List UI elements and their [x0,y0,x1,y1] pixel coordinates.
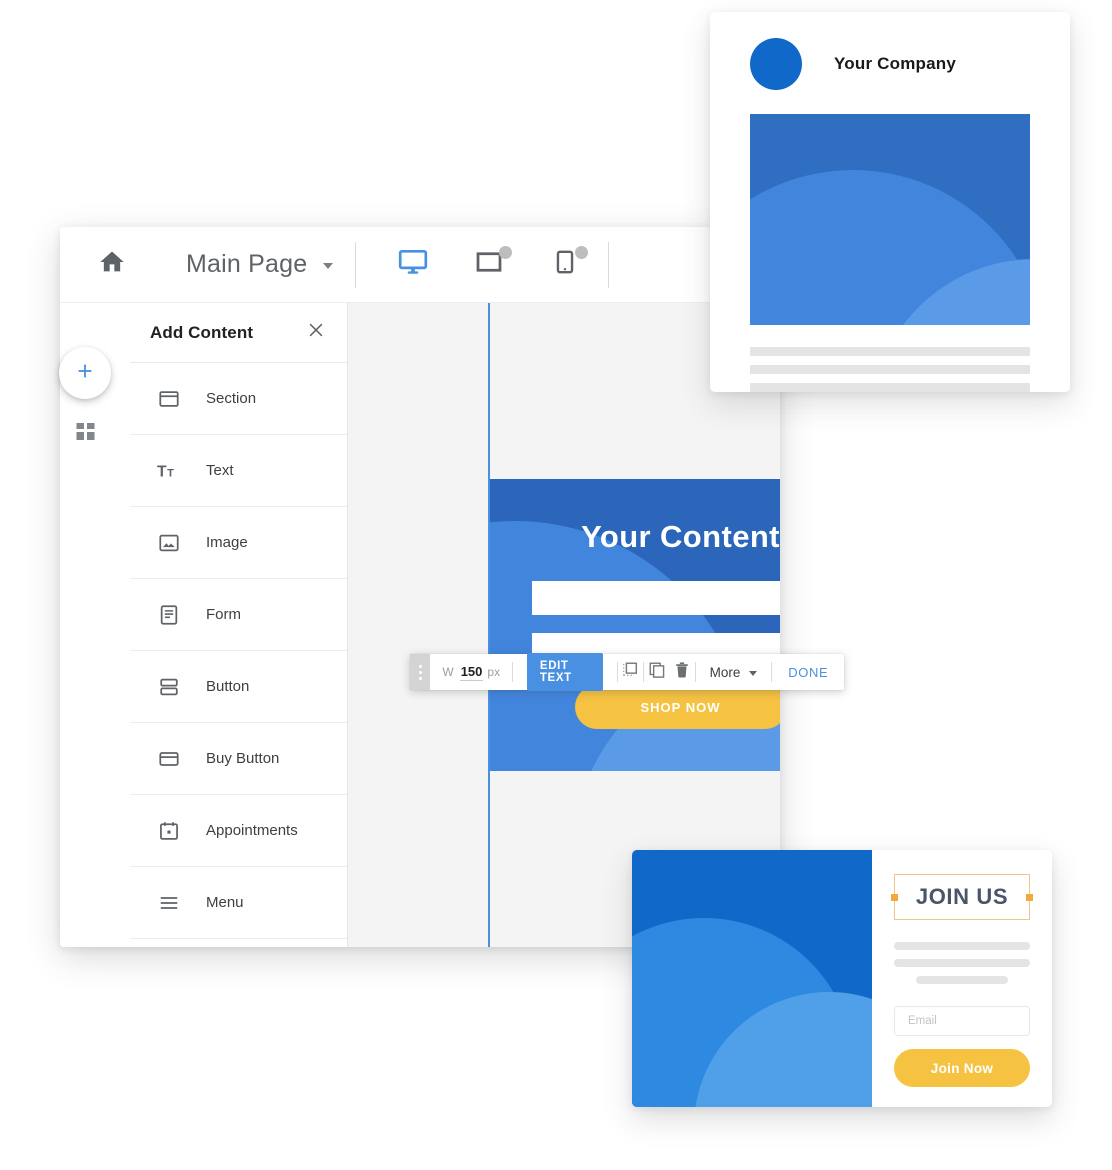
join-hero-image [632,850,872,1107]
chevron-down-icon [749,671,758,676]
device-tab-desktop[interactable] [392,244,434,286]
text-icon: T T [156,458,182,484]
drag-dots-icon[interactable] [410,654,431,690]
company-hero-image [750,114,1030,325]
panel-item-label: Section [206,390,257,407]
panel-item-image[interactable]: Image [130,507,347,579]
join-us-heading: JOIN US [915,884,1009,909]
close-icon [306,320,326,345]
panel-item-section[interactable]: Section [130,363,347,435]
panel-item-form[interactable]: Form [130,579,347,651]
duplicate-button[interactable] [644,654,669,690]
section-icon [156,386,182,412]
element-toolbar: W 150 px EDIT TEXT More DONE [410,653,845,691]
page-selector[interactable]: Main Page [186,250,334,279]
panel-item-menu[interactable]: Menu [130,867,347,939]
join-placeholder-bars [894,942,1030,984]
add-content-title: Add Content [150,322,254,342]
button-icon [156,674,182,700]
panel-item-button[interactable]: Button [130,651,347,723]
placeholder-bar [894,942,1030,950]
delete-button[interactable] [669,654,694,690]
placeholder-bar [750,383,1030,392]
width-unit: px [487,665,501,679]
form-icon [156,602,182,628]
email-input[interactable]: Email [894,1006,1030,1036]
done-button[interactable]: DONE [772,654,844,690]
left-icon-rail [59,303,130,947]
device-tab-tablet[interactable] [468,244,513,286]
company-name: Your Company [834,54,957,73]
company-logo-circle [750,38,802,90]
svg-text:T: T [167,467,174,479]
close-panel-button[interactable] [305,322,327,344]
resize-handle-right[interactable] [1026,893,1033,901]
panel-item-label: Appointments [206,822,298,839]
trash-icon [673,661,691,684]
add-content-fab[interactable] [59,347,111,399]
join-now-button[interactable]: Join Now [894,1049,1030,1087]
svg-text:T: T [157,463,167,480]
placeholder-bar [894,959,1030,967]
width-label: W [442,665,454,679]
more-menu-button[interactable]: More [696,654,772,690]
panel-item-text[interactable]: T T Text [130,435,347,507]
width-input[interactable]: 150 [459,664,484,681]
arrange-button[interactable] [618,654,643,690]
panel-item-label: Buy Button [206,750,280,767]
duplicate-icon [648,661,666,684]
home-button[interactable] [86,239,138,291]
mobile-badge-dot [575,245,589,259]
company-placeholder-bars [750,347,1030,392]
company-card-header: Your Company [710,12,1070,90]
chevron-down-icon [323,263,334,269]
company-preview-card: Your Company [710,12,1070,392]
editor-header: Main Page [60,227,780,303]
image-icon [156,530,182,556]
join-us-preview-card: JOIN US Email Join Now [632,850,1052,1107]
resize-handle-left[interactable] [891,893,898,901]
plus-icon [74,360,96,387]
page-title: Main Page [186,250,308,278]
canvas-input-1[interactable] [531,581,780,615]
grid-apps-icon [74,420,98,449]
join-card-body: JOIN US Email Join Now [872,850,1052,1107]
device-tab-mobile[interactable] [544,244,589,286]
panel-item-label: Button [206,678,250,695]
header-divider-left [355,241,357,288]
placeholder-bar [750,347,1030,356]
canvas-section-content: Your Content SHOP NOW [490,479,780,729]
arrange-icon [621,661,639,684]
placeholder-bar [915,976,1009,984]
panel-item-label: Menu [206,894,244,911]
add-content-panel: Add Content Section T T Text Image Form … [130,303,348,947]
home-icon [98,248,126,281]
width-control[interactable]: W 150 px [430,654,512,690]
device-tabs [392,244,589,286]
panel-item-appointments[interactable]: Appointments [130,795,347,867]
panel-item-label: Image [206,534,248,551]
edit-text-group: EDIT TEXT [513,653,617,691]
menu-icon [156,890,182,916]
shop-now-button[interactable]: SHOP NOW [574,685,780,729]
tablet-badge-dot [499,245,513,259]
canvas-section-block[interactable]: Your Content SHOP NOW [490,479,780,771]
join-us-heading-selection[interactable]: JOIN US [891,874,1033,920]
panel-item-buy-button[interactable]: Buy Button [130,723,347,795]
calendar-icon [156,818,182,844]
desktop-icon [397,246,429,283]
canvas-section-title: Your Content [581,519,780,554]
more-label: More [709,664,741,680]
header-divider-right [608,241,610,288]
add-content-panel-header: Add Content [130,303,347,363]
editor-window: Main Page Add Content Section T T Text I… [59,227,845,947]
placeholder-bar [750,365,1030,374]
edit-text-button[interactable]: EDIT TEXT [526,653,603,691]
buy-button-icon [156,746,182,772]
panel-item-label: Form [206,606,241,623]
panel-item-label: Text [206,462,234,479]
apps-grid-button[interactable] [71,419,101,449]
